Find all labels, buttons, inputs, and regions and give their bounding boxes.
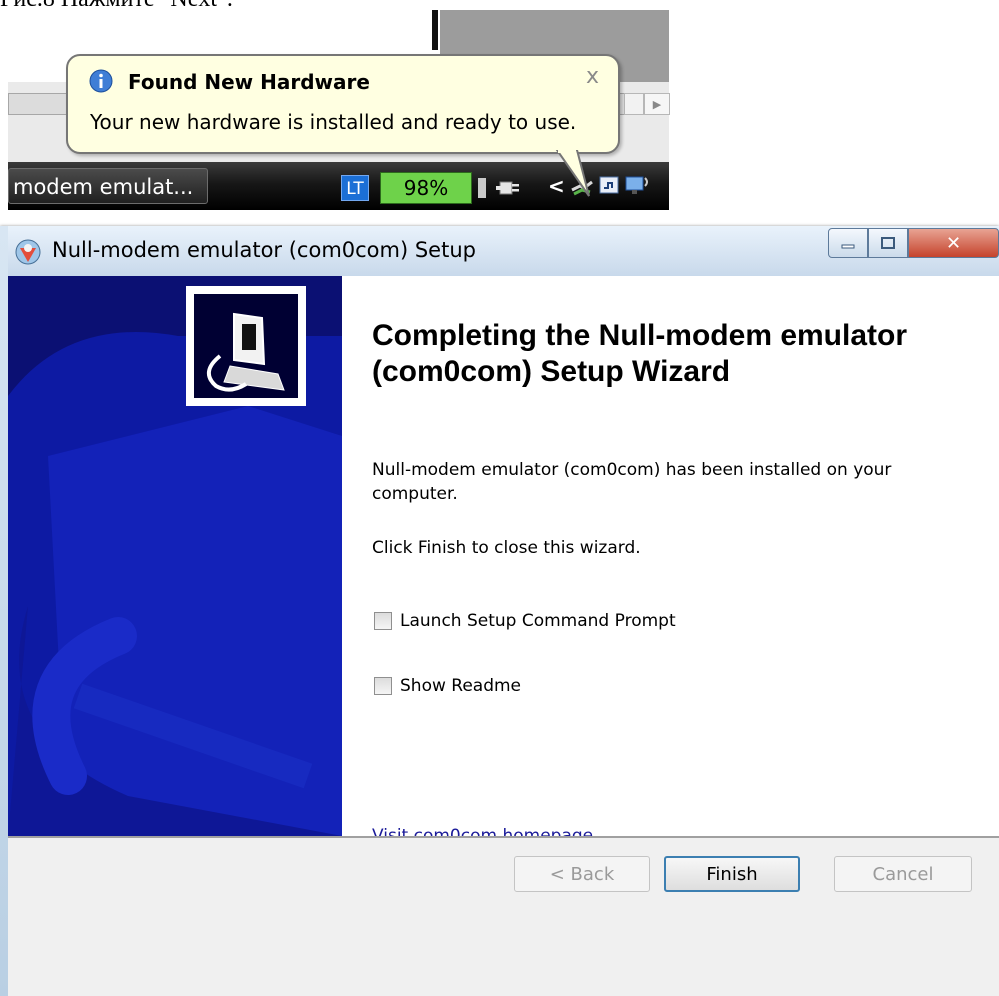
window-title: Null-modem emulator (com0com) Setup [52,238,476,262]
finish-button[interactable]: Finish [664,856,800,892]
minimize-button[interactable] [828,228,868,258]
battery-tip [478,178,486,198]
close-icon: ✕ [945,232,962,254]
show-readme-option[interactable]: Show Readme [374,676,521,696]
wizard-finish-hint: Click Finish to close this wizard. [372,538,641,558]
wizard-content: Completing the Null-modem emulator (com0… [342,276,999,846]
network-monitor-icon[interactable] [623,174,653,200]
wizard-heading: Completing the Null-modem emulator (com0… [372,319,908,388]
show-readme-label[interactable]: Show Readme [400,676,521,696]
minimize-icon [841,244,855,249]
wizard-description: Null-modem emulator (com0com) has been i… [372,460,892,504]
setup-window: Null-modem emulator (com0com) Setup ✕ Co… [0,226,999,996]
wizard-sidebar-image [8,276,342,836]
cancel-button[interactable]: Cancel [834,856,972,892]
installer-icon [15,239,41,265]
balloon-title: Found New Hardware [128,70,370,94]
window-titlebar[interactable]: Null-modem emulator (com0com) Setup ✕ [8,226,999,276]
taskbar-window-button[interactable]: modem emulat... [8,168,208,204]
wizard-footer: < Back Finish Cancel [8,838,999,996]
maximize-icon [881,237,895,249]
info-icon [89,69,113,93]
computer-logo-icon [194,294,298,398]
launch-prompt-option[interactable]: Launch Setup Command Prompt [374,611,676,631]
balloon-close-icon[interactable]: x [586,64,599,89]
desktop-background [432,10,438,50]
device-icon[interactable] [598,174,620,196]
close-button[interactable]: ✕ [908,228,999,258]
show-readme-checkbox[interactable] [374,677,392,695]
launch-prompt-label[interactable]: Launch Setup Command Prompt [400,611,676,631]
notification-balloon[interactable]: Found New Hardware x Your new hardware i… [66,54,620,154]
language-indicator[interactable]: LT [341,175,369,201]
scroll-right-button[interactable]: ▶ [644,93,670,115]
maximize-button[interactable] [868,228,908,258]
setup-logo-frame [186,286,306,406]
battery-meter[interactable]: 98% [380,172,472,204]
back-button[interactable]: < Back [514,856,650,892]
balloon-pointer [555,150,590,197]
scrollbar-thumb[interactable] [624,93,644,115]
page-caption: Рис.8 Нажмите "Next". [0,0,460,16]
power-plug-icon[interactable] [496,174,522,200]
launch-prompt-checkbox[interactable] [374,612,392,630]
balloon-message: Your new hardware is installed and ready… [90,110,577,134]
